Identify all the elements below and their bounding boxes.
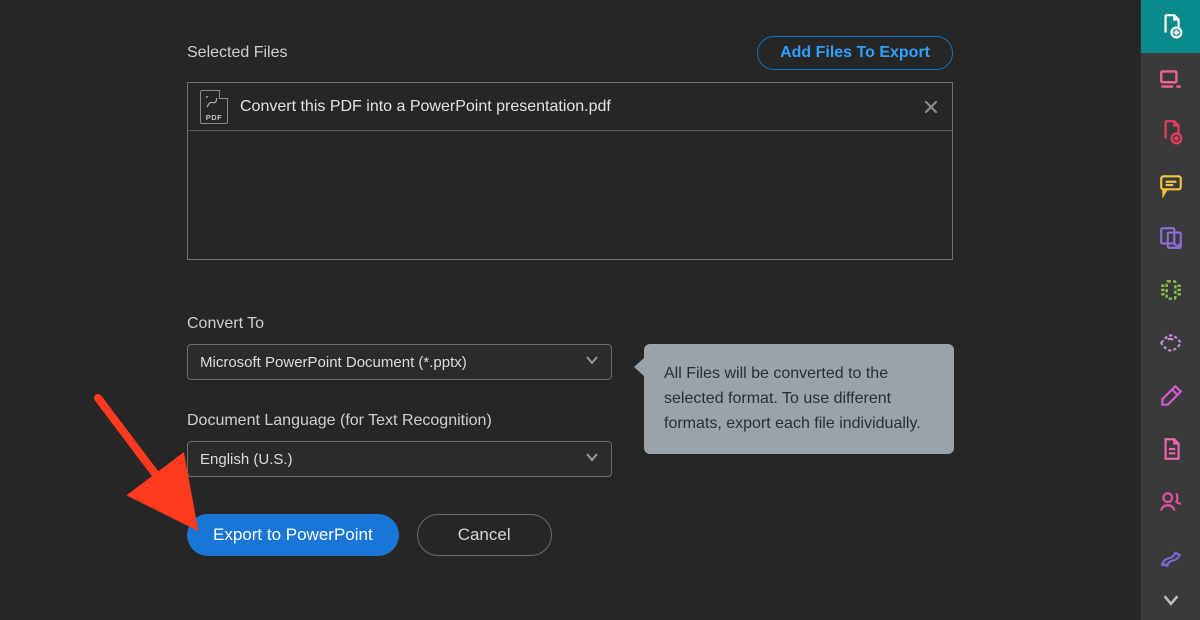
edit-pdf-icon[interactable] [1141, 106, 1200, 159]
fill-sign-icon[interactable] [1141, 370, 1200, 423]
more-tools-button[interactable] [1141, 581, 1200, 620]
file-name-label: Convert this PDF into a PowerPoint prese… [240, 98, 922, 116]
selected-files-label: Selected Files [187, 44, 288, 62]
organize-icon[interactable] [1141, 211, 1200, 264]
right-toolbar [1140, 0, 1200, 620]
format-info-tooltip: All Files will be converted to the selec… [644, 344, 954, 454]
cancel-button[interactable]: Cancel [417, 514, 552, 556]
remove-file-button[interactable] [922, 98, 940, 116]
file-row[interactable]: PDF Convert this PDF into a PowerPoint p… [188, 83, 952, 131]
export-pdf-icon[interactable] [1141, 423, 1200, 476]
create-pdf-icon[interactable] [1141, 0, 1200, 53]
send-sign-icon[interactable] [1141, 475, 1200, 528]
chevron-down-icon [585, 450, 599, 468]
redact-icon[interactable] [1141, 317, 1200, 370]
sign-pen-icon[interactable] [1141, 528, 1200, 581]
convert-to-dropdown[interactable]: Microsoft PowerPoint Document (*.pptx) [187, 344, 612, 380]
document-language-value: English (U.S.) [200, 451, 293, 468]
chevron-down-icon [585, 353, 599, 371]
document-language-dropdown[interactable]: English (U.S.) [187, 441, 612, 477]
convert-to-label: Convert To [187, 315, 264, 333]
pdf-file-icon: PDF [200, 90, 228, 124]
convert-to-value: Microsoft PowerPoint Document (*.pptx) [200, 354, 467, 371]
add-files-button[interactable]: Add Files To Export [757, 36, 953, 70]
export-button[interactable]: Export to PowerPoint [187, 514, 399, 556]
comment-icon[interactable] [1141, 158, 1200, 211]
document-language-label: Document Language (for Text Recognition) [187, 412, 492, 430]
combine-icon[interactable] [1141, 53, 1200, 106]
compress-icon[interactable] [1141, 264, 1200, 317]
selected-files-list: PDF Convert this PDF into a PowerPoint p… [187, 82, 953, 260]
